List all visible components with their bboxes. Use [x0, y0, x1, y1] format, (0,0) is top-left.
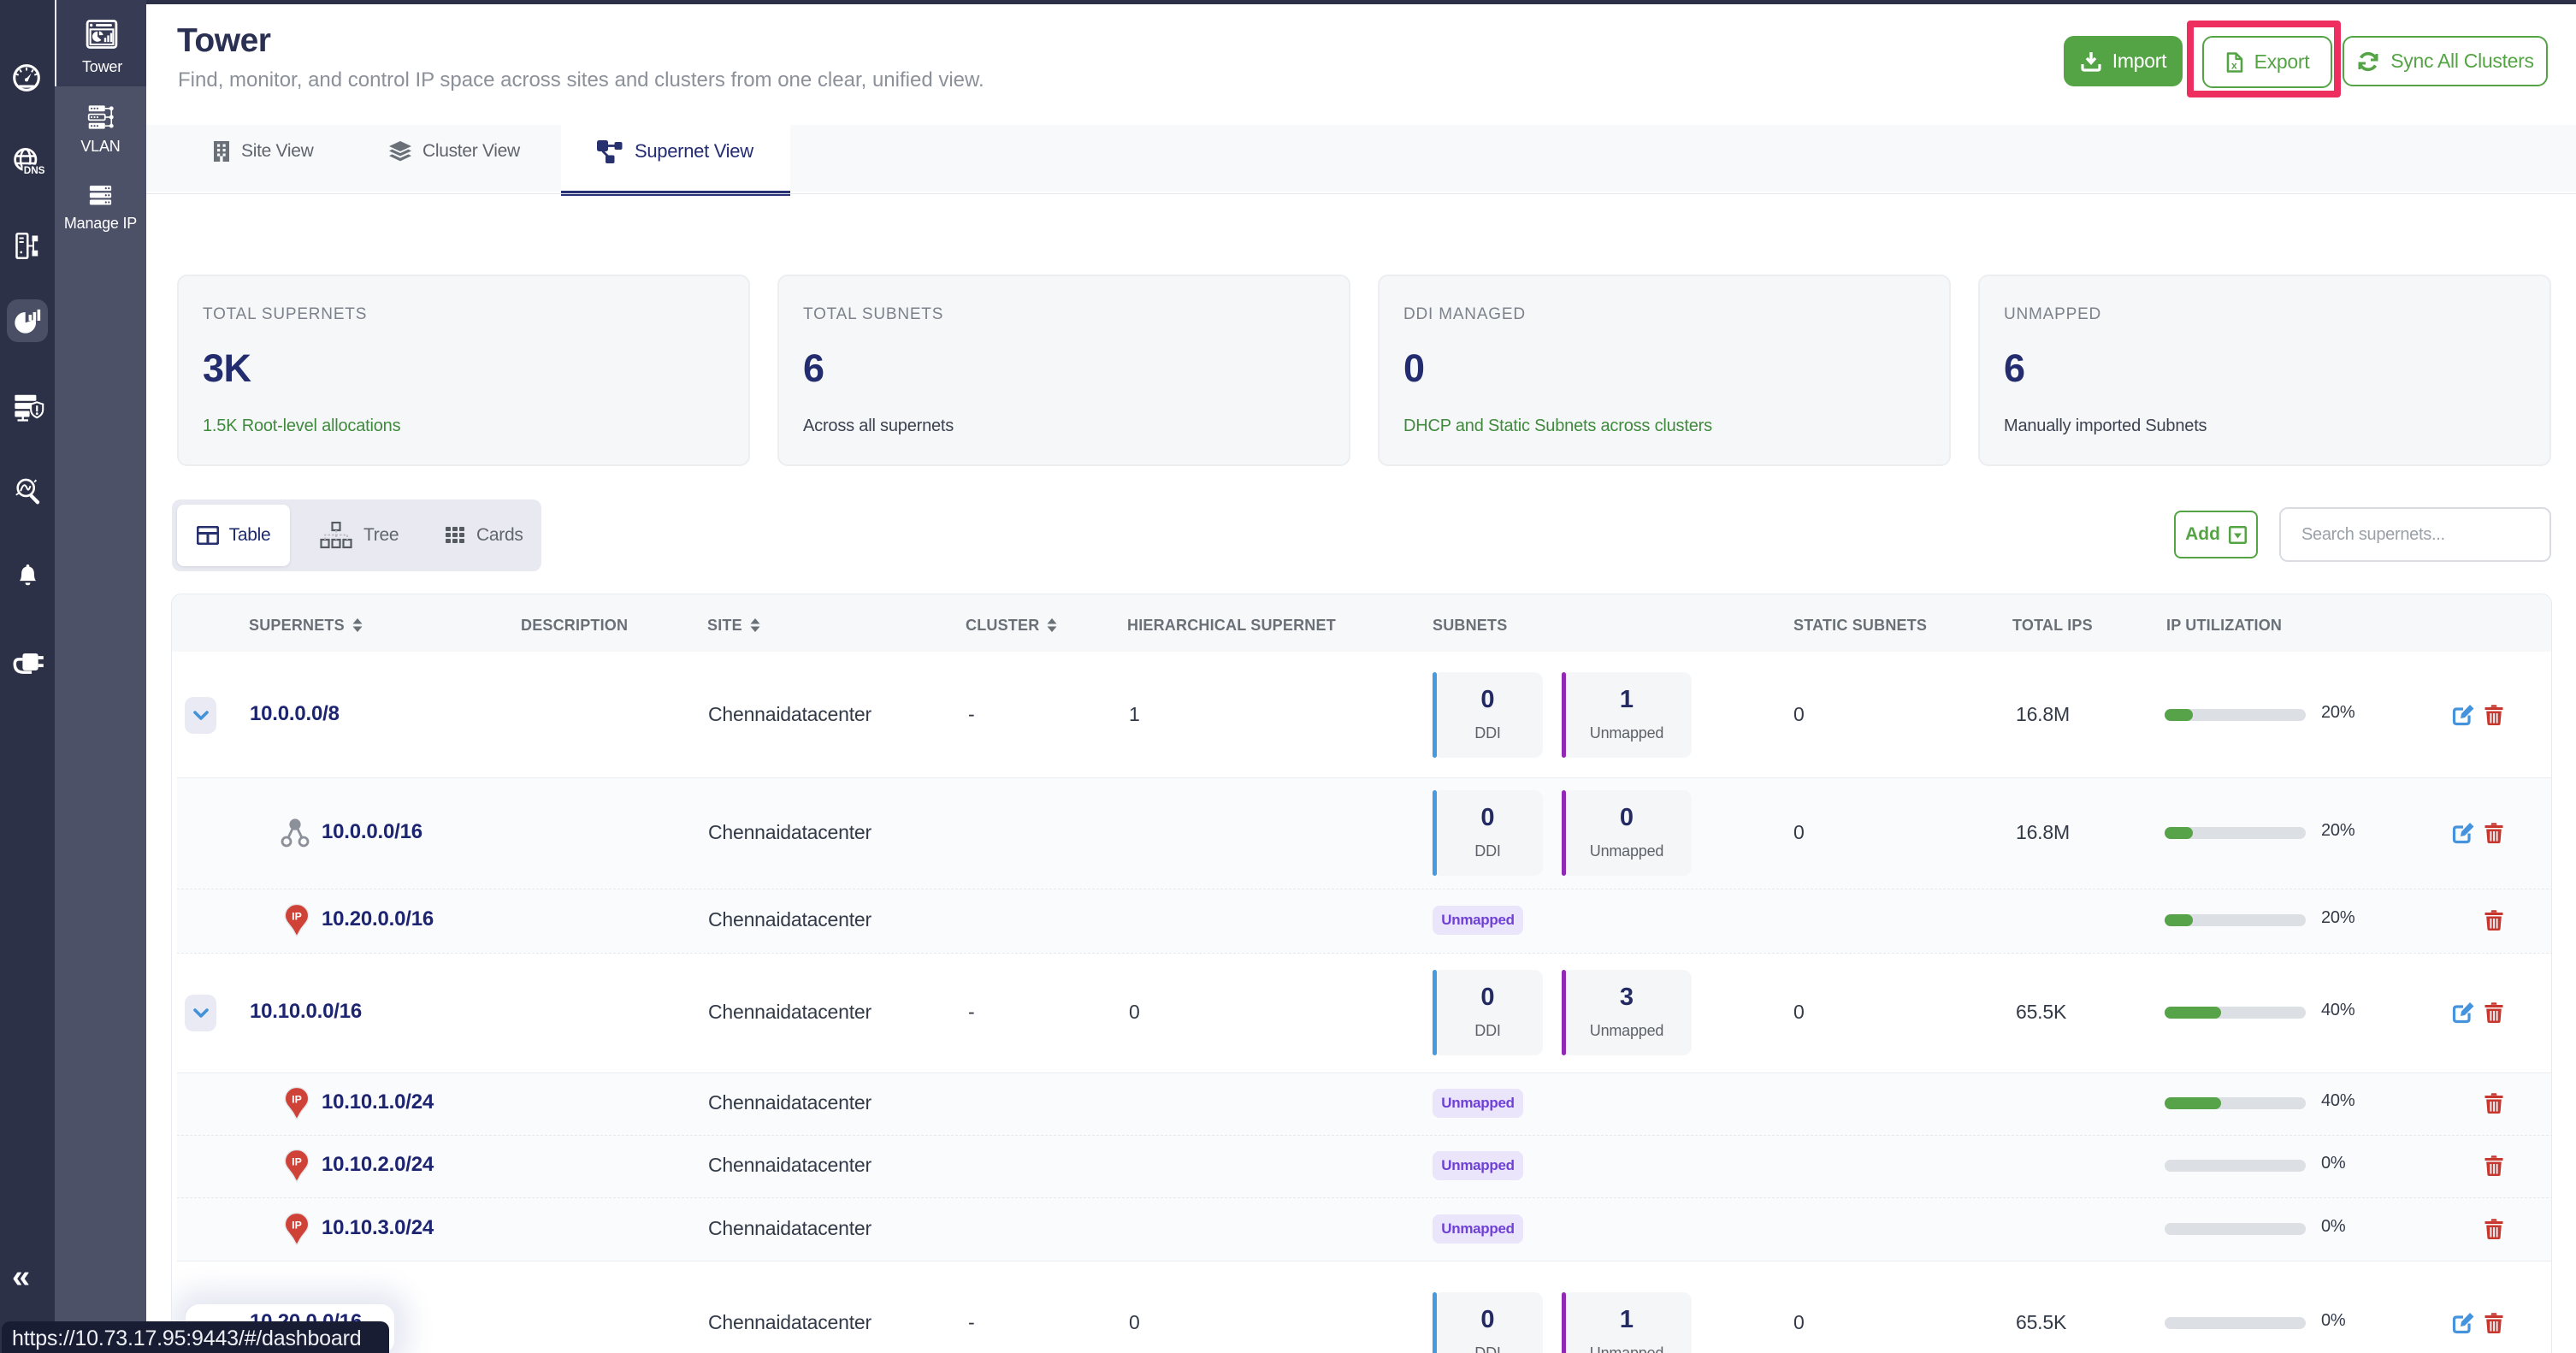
svg-text:DNS: DNS: [24, 165, 44, 176]
svg-text:IP: IP: [292, 1094, 302, 1106]
svg-text:IP: IP: [292, 911, 302, 923]
svg-text:IP: IP: [292, 1220, 302, 1232]
svg-text:IP: IP: [292, 1156, 302, 1168]
